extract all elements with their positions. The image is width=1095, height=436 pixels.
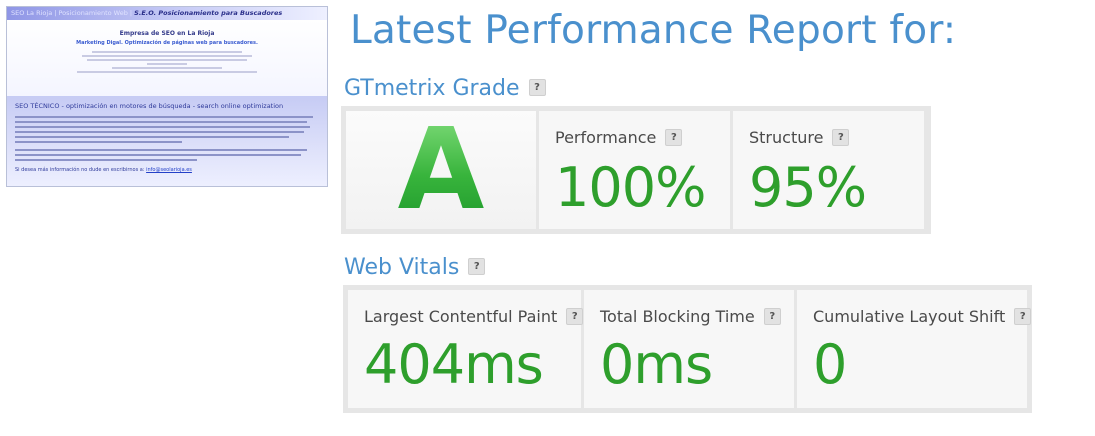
structure-help-icon[interactable]: ?	[832, 129, 850, 146]
thumbnail-text-line	[82, 55, 252, 57]
performance-heading: Performance?	[555, 128, 683, 147]
lcp-heading: Largest Contentful Paint?	[364, 307, 584, 326]
thumbnail-heading: Empresa de SEO en La Rioja	[119, 30, 215, 37]
thumbnail-text-line	[15, 131, 304, 133]
thumbnail-contact-text: Si desea más información no dude en escr…	[15, 167, 145, 173]
lcp-help-icon[interactable]: ?	[566, 308, 584, 325]
thumbnail-contact-email: info@seolarioja.es	[146, 167, 192, 173]
thumbnail-text-line	[15, 141, 183, 143]
cls-heading: Cumulative Layout Shift?	[813, 307, 1032, 326]
thumbnail-text-line	[15, 136, 289, 138]
gtmetrix-grade-help-icon[interactable]: ?	[528, 78, 546, 96]
performance-cell: Performance? 100%	[539, 111, 730, 229]
gtmetrix-grade-label: GTmetrix Grade	[344, 76, 520, 101]
thumbnail-site-tagline: S.E.O. Posicionamiento para Buscadores	[134, 9, 283, 17]
web-vitals-label: Web Vitals	[344, 255, 460, 280]
thumbnail-top-section: Empresa de SEO en La Rioja Marketing Dig…	[7, 20, 327, 96]
structure-cell: Structure? 95%	[733, 111, 924, 229]
web-vitals-panel: Largest Contentful Paint? 404ms Total Bl…	[343, 285, 1032, 413]
thumbnail-text-line	[87, 59, 247, 61]
performance-help-icon[interactable]: ?	[665, 129, 683, 146]
cls-cell: Cumulative Layout Shift? 0	[797, 290, 1032, 408]
tbt-label: Total Blocking Time	[600, 307, 755, 326]
cls-label: Cumulative Layout Shift	[813, 307, 1006, 326]
web-vitals-heading: Web Vitals?	[344, 255, 486, 280]
web-vitals-help-icon[interactable]: ?	[468, 257, 486, 275]
thumbnail-text-line	[147, 63, 187, 65]
gtmetrix-grade-panel: A Performance? 100% Structure? 95%	[341, 106, 931, 234]
report-title: Latest Performance Report for:	[350, 8, 957, 53]
tbt-value: 0ms	[600, 333, 713, 396]
grade-letter: A	[397, 105, 485, 235]
thumbnail-text-line	[15, 116, 313, 118]
thumbnail-subheading: Marketing Digal. Optimización de páginas…	[76, 40, 258, 46]
lcp-value: 404ms	[364, 333, 544, 396]
cls-help-icon[interactable]: ?	[1014, 308, 1032, 325]
thumbnail-text-line	[15, 154, 301, 156]
thumbnail-section-heading: SEO TÉCNICO - optimización en motores de…	[15, 102, 284, 110]
thumbnail-text-line	[15, 159, 198, 161]
lcp-label: Largest Contentful Paint	[364, 307, 558, 326]
thumbnail-text-line	[15, 149, 307, 151]
structure-heading: Structure?	[749, 128, 850, 147]
tbt-heading: Total Blocking Time?	[600, 307, 781, 326]
thumbnail-text-line	[112, 67, 222, 69]
thumbnail-text-line	[15, 121, 307, 123]
thumbnail-site-title: SEO La Rioja | Posicionamiento Web |	[11, 9, 133, 17]
thumbnail-text-line	[15, 126, 310, 128]
grade-cell: A	[346, 111, 536, 229]
tbt-cell: Total Blocking Time? 0ms	[584, 290, 794, 408]
thumbnail-text-line	[92, 51, 242, 53]
structure-value: 95%	[749, 156, 867, 219]
gtmetrix-grade-heading: GTmetrix Grade?	[344, 76, 546, 101]
thumbnail-header-bar: SEO La Rioja | Posicionamiento Web | S.E…	[7, 7, 327, 20]
cls-value: 0	[813, 333, 847, 396]
performance-label: Performance	[555, 128, 657, 147]
structure-label: Structure	[749, 128, 824, 147]
page-screenshot-thumbnail: SEO La Rioja | Posicionamiento Web | S.E…	[6, 6, 328, 187]
thumbnail-bottom-section: SEO TÉCNICO - optimización en motores de…	[7, 96, 327, 186]
thumbnail-contact: Si desea más información no dude en escr…	[15, 167, 319, 173]
thumbnail-text-line	[77, 71, 257, 73]
tbt-help-icon[interactable]: ?	[763, 308, 781, 325]
performance-value: 100%	[555, 156, 706, 219]
lcp-cell: Largest Contentful Paint? 404ms	[348, 290, 584, 408]
